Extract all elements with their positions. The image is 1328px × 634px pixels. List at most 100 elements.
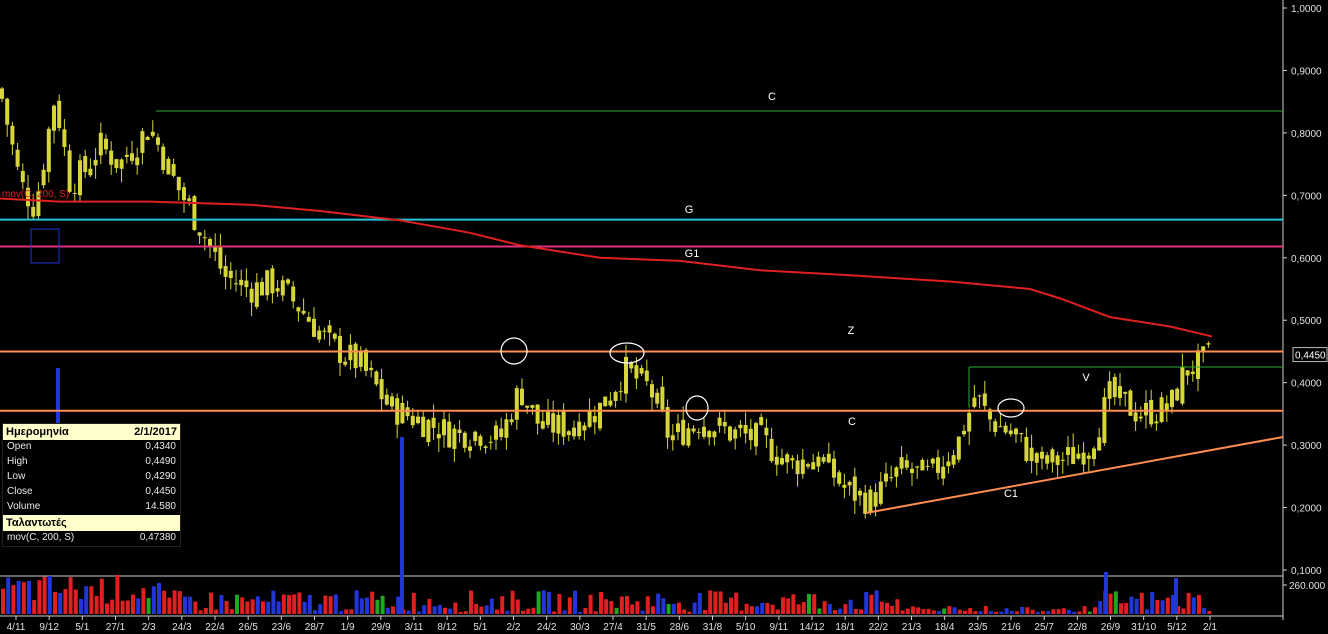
line-g-label: G: [685, 204, 694, 216]
volume-bar: [983, 606, 988, 614]
volume-bar: [869, 594, 874, 614]
candlestick: [826, 442, 831, 464]
line-c-label: C: [848, 416, 856, 428]
candle-body: [135, 157, 140, 166]
volume-spike: [56, 368, 60, 424]
candle-body: [707, 431, 712, 438]
volume-bar: [526, 608, 531, 614]
lines-layer: [0, 110, 1284, 514]
volume-bar: [27, 580, 31, 614]
volume-bar: [583, 608, 588, 614]
candlestick: [426, 418, 431, 447]
candle-body: [1164, 403, 1169, 411]
volume-bar: [796, 604, 801, 614]
candle-body: [1003, 425, 1008, 433]
volume-bar: [411, 592, 416, 614]
candle-body: [941, 466, 946, 479]
x-tick-label: 24/2: [537, 622, 557, 633]
candlestick: [135, 147, 140, 175]
volume-bar: [63, 588, 68, 614]
candlestick: [72, 183, 77, 202]
candle-body: [733, 429, 738, 439]
volume-bar: [931, 610, 936, 614]
candlestick: [738, 419, 743, 438]
x-tick-label: 22/2: [869, 622, 889, 633]
candlestick: [603, 396, 608, 407]
volume-bar: [370, 591, 375, 614]
candle-body: [717, 417, 722, 426]
candlestick: [1050, 447, 1055, 473]
candle-body: [1118, 386, 1122, 398]
x-tick-label: 18/4: [935, 622, 955, 633]
volume-bar: [874, 590, 879, 614]
candle-body: [972, 397, 977, 407]
volume-bar: [1046, 611, 1051, 614]
candlestick: [1164, 395, 1169, 423]
volume-bar: [1181, 608, 1186, 614]
candle-body: [156, 137, 160, 145]
volume-bar: [105, 603, 109, 614]
volume-bar: [1155, 599, 1160, 614]
info-row-high: High 0,4490: [3, 455, 180, 470]
volume-bar: [765, 602, 770, 614]
candlestick: [1112, 373, 1117, 406]
candlestick: [993, 418, 998, 437]
candle-body: [546, 411, 550, 425]
candle-body: [374, 371, 379, 385]
candle-body: [556, 414, 561, 434]
volume-bar: [1087, 611, 1092, 614]
candlestick: [728, 425, 732, 443]
line-v-label: V: [1082, 372, 1090, 384]
candle-body: [826, 453, 831, 463]
candlestick: [223, 255, 228, 290]
candle-body: [1138, 416, 1143, 419]
candlestick: [535, 404, 540, 435]
candlestick: [483, 445, 488, 454]
candlestick: [967, 409, 972, 446]
candle-body: [800, 459, 805, 474]
volume-bar: [879, 601, 884, 614]
volume-bar: [344, 609, 349, 614]
candle-body: [286, 279, 290, 284]
candle-body: [379, 379, 384, 400]
volume-bar: [1150, 591, 1155, 614]
candle-body: [1092, 448, 1096, 460]
volume-bar: [827, 604, 832, 614]
volume-bar: [656, 593, 661, 614]
volume-bar: [214, 609, 219, 614]
x-tick-label: 27/4: [603, 622, 623, 633]
candlestick: [852, 467, 857, 515]
candle-body: [884, 473, 888, 482]
candlestick: [52, 104, 56, 144]
candlestick: [962, 424, 966, 437]
volume-bar: [734, 592, 739, 614]
candlestick: [1102, 387, 1107, 446]
candlestick: [10, 121, 15, 156]
candlestick: [312, 307, 316, 338]
volume-bar: [567, 597, 572, 614]
candle-body: [936, 457, 940, 473]
x-tick-label: 5/1: [473, 622, 487, 633]
candle-body: [1014, 428, 1018, 435]
info-value: 0,4290: [145, 471, 176, 482]
volume-bar: [812, 594, 817, 614]
volume-bar: [775, 609, 780, 614]
candle-body: [811, 462, 816, 470]
volume-bar: [6, 577, 11, 614]
candlestick: [811, 454, 816, 470]
volume-bar: [229, 609, 234, 614]
candle-body: [702, 426, 706, 437]
moving-average-label: mov(C, 200, S): [2, 189, 69, 200]
volume-bar: [911, 606, 915, 614]
volume-bar: [339, 611, 343, 614]
volume-bar: [963, 610, 967, 614]
candle-body: [587, 409, 592, 427]
candlestick: [1066, 435, 1070, 466]
x-tick-label: 8/12: [437, 622, 457, 633]
volume-bar: [261, 601, 265, 614]
candle-body: [109, 150, 114, 165]
candlestick: [20, 163, 25, 189]
volume-bar: [141, 588, 146, 614]
candlestick: [972, 385, 977, 409]
candle-body: [920, 459, 925, 471]
